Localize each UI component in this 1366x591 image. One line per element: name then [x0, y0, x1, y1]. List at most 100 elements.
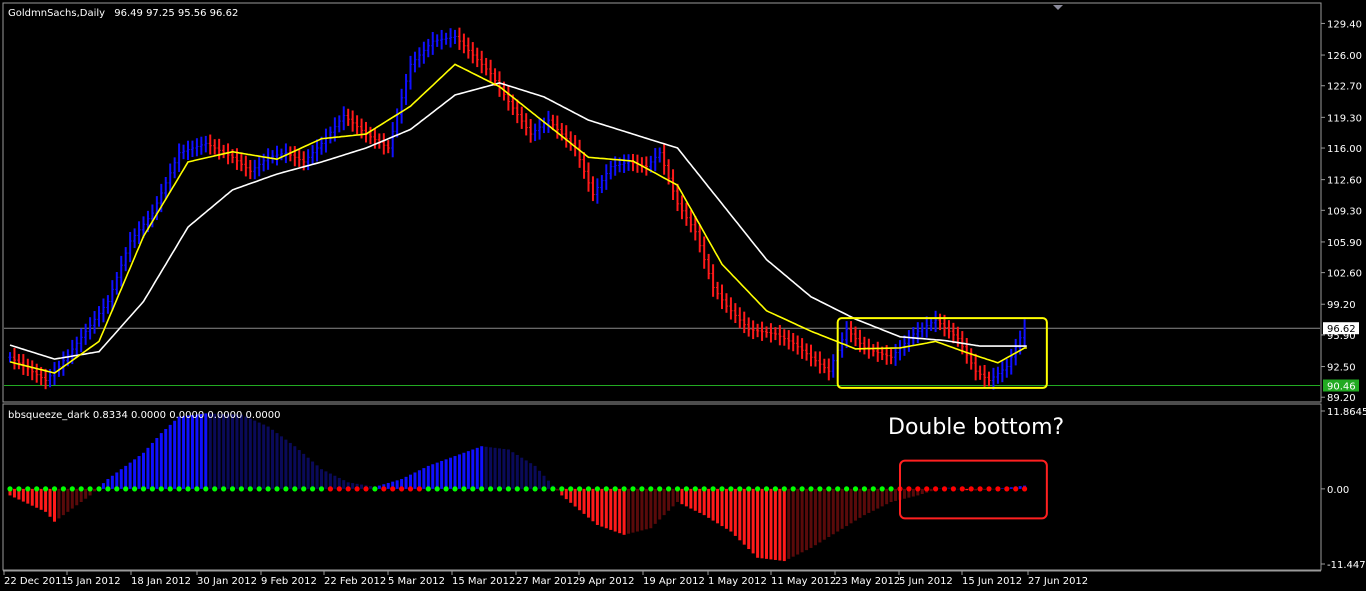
histogram-bar [177, 416, 181, 489]
histogram-bar [724, 488, 728, 529]
squeeze-dot [737, 486, 743, 492]
histogram-bar [1018, 486, 1022, 489]
time-axis-label: 23 May 2012 [835, 576, 900, 587]
histogram-bar [885, 488, 889, 505]
histogram-bar [849, 488, 853, 524]
histogram-bar [217, 413, 221, 489]
squeeze-dot [69, 486, 75, 492]
price-axis-label: 126.00 [1327, 51, 1362, 62]
squeeze-dot [710, 486, 716, 492]
histogram-bar [435, 462, 439, 489]
histogram-bar [498, 448, 501, 489]
time-axis-label: 27 Mar 2012 [516, 576, 579, 587]
histogram-bar [146, 447, 150, 489]
squeeze-dot [114, 486, 120, 492]
histogram-bar [489, 447, 493, 489]
last-price-tag: 96.62 [1323, 322, 1359, 335]
squeeze-dot [345, 486, 351, 492]
histogram-bar [275, 433, 279, 489]
time-axis-label: 5 Jan 2012 [67, 576, 121, 587]
histogram-bar [195, 414, 199, 489]
squeeze-dot [140, 486, 147, 492]
squeeze-dot [132, 486, 138, 492]
squeeze-dot [639, 486, 645, 492]
histogram-bar [662, 488, 666, 516]
squeeze-dot [603, 486, 609, 492]
squeeze-dot [826, 486, 832, 492]
squeeze-dot [568, 486, 574, 492]
squeeze-dot [728, 486, 734, 492]
price-chart[interactable]: 129.40 126.00 122.70 119.30 116.00 112.60 109.… [0, 0, 1366, 591]
histogram-bar [368, 486, 372, 489]
time-axis-label: 22 Feb 2012 [324, 576, 386, 587]
histogram-bar [600, 488, 604, 527]
squeeze-dot [265, 486, 271, 492]
squeeze-dot [381, 486, 387, 492]
squeeze-dot [852, 486, 859, 492]
ohlc-values: 96.49 97.25 95.56 96.62 [114, 8, 238, 19]
squeeze-dot [78, 486, 84, 492]
squeeze-dot [372, 486, 378, 492]
histogram-bar [867, 488, 871, 513]
squeeze-dot [683, 486, 690, 492]
histogram-bar [769, 488, 773, 560]
histogram-bar [297, 450, 301, 489]
squeeze-dot [755, 486, 761, 492]
histogram-bar [858, 488, 862, 518]
histogram-bar [244, 416, 248, 489]
histogram-bar [119, 469, 123, 489]
histogram-bar [760, 488, 764, 559]
squeeze-dot [541, 486, 547, 492]
histogram-bar [511, 452, 515, 489]
histogram-bar [231, 414, 234, 489]
squeeze-dot [194, 486, 200, 492]
histogram-bar [604, 488, 608, 529]
squeeze-dot [274, 486, 280, 492]
histogram-bar [351, 483, 355, 489]
histogram-bar [938, 488, 942, 489]
squeeze-dot [158, 486, 164, 492]
histogram-bar [226, 414, 230, 489]
last-price-label: 96.62 [1327, 324, 1356, 335]
histogram-bar [324, 471, 328, 489]
squeeze-dot [719, 486, 725, 492]
histogram-bar [845, 488, 849, 527]
histogram-bar [506, 449, 510, 489]
histogram-bar [840, 488, 844, 529]
squeeze-dot [888, 486, 894, 492]
histogram-bar [956, 488, 960, 490]
time-axis-label: 9 Feb 2012 [261, 576, 317, 587]
squeeze-dot [16, 486, 22, 492]
histogram-bar [876, 488, 880, 509]
histogram-bar [39, 488, 43, 510]
squeeze-dot [212, 486, 218, 492]
squeeze-dot [496, 486, 503, 492]
histogram-bar [84, 488, 88, 499]
histogram-bar [395, 480, 399, 489]
histogram-bar [159, 433, 163, 489]
squeeze-dot [87, 486, 93, 492]
histogram-bar [137, 456, 141, 489]
squeeze-dot [559, 486, 565, 492]
histogram-bar [208, 413, 212, 489]
histogram-bar [466, 451, 470, 489]
histogram-bar [818, 488, 822, 543]
time-axis-label: 9 Apr 2012 [579, 576, 634, 587]
histogram-bar [733, 488, 737, 536]
squeeze-dot [941, 486, 948, 492]
squeeze-dot [310, 486, 316, 492]
histogram-bar [533, 465, 537, 489]
histogram-bar [894, 488, 898, 501]
squeeze-dot [390, 486, 396, 492]
squeeze-dot [399, 486, 405, 492]
histogram-bar [266, 426, 270, 489]
histogram-bar [150, 442, 154, 489]
squeeze-dot [461, 486, 467, 492]
squeeze-dot [915, 486, 921, 492]
histogram-bar [631, 488, 635, 533]
squeeze-dots [7, 486, 1028, 492]
squeeze-dot [221, 486, 227, 492]
histogram-bar [213, 413, 217, 489]
histogram-bar [235, 414, 239, 489]
histogram-bar [248, 418, 252, 489]
